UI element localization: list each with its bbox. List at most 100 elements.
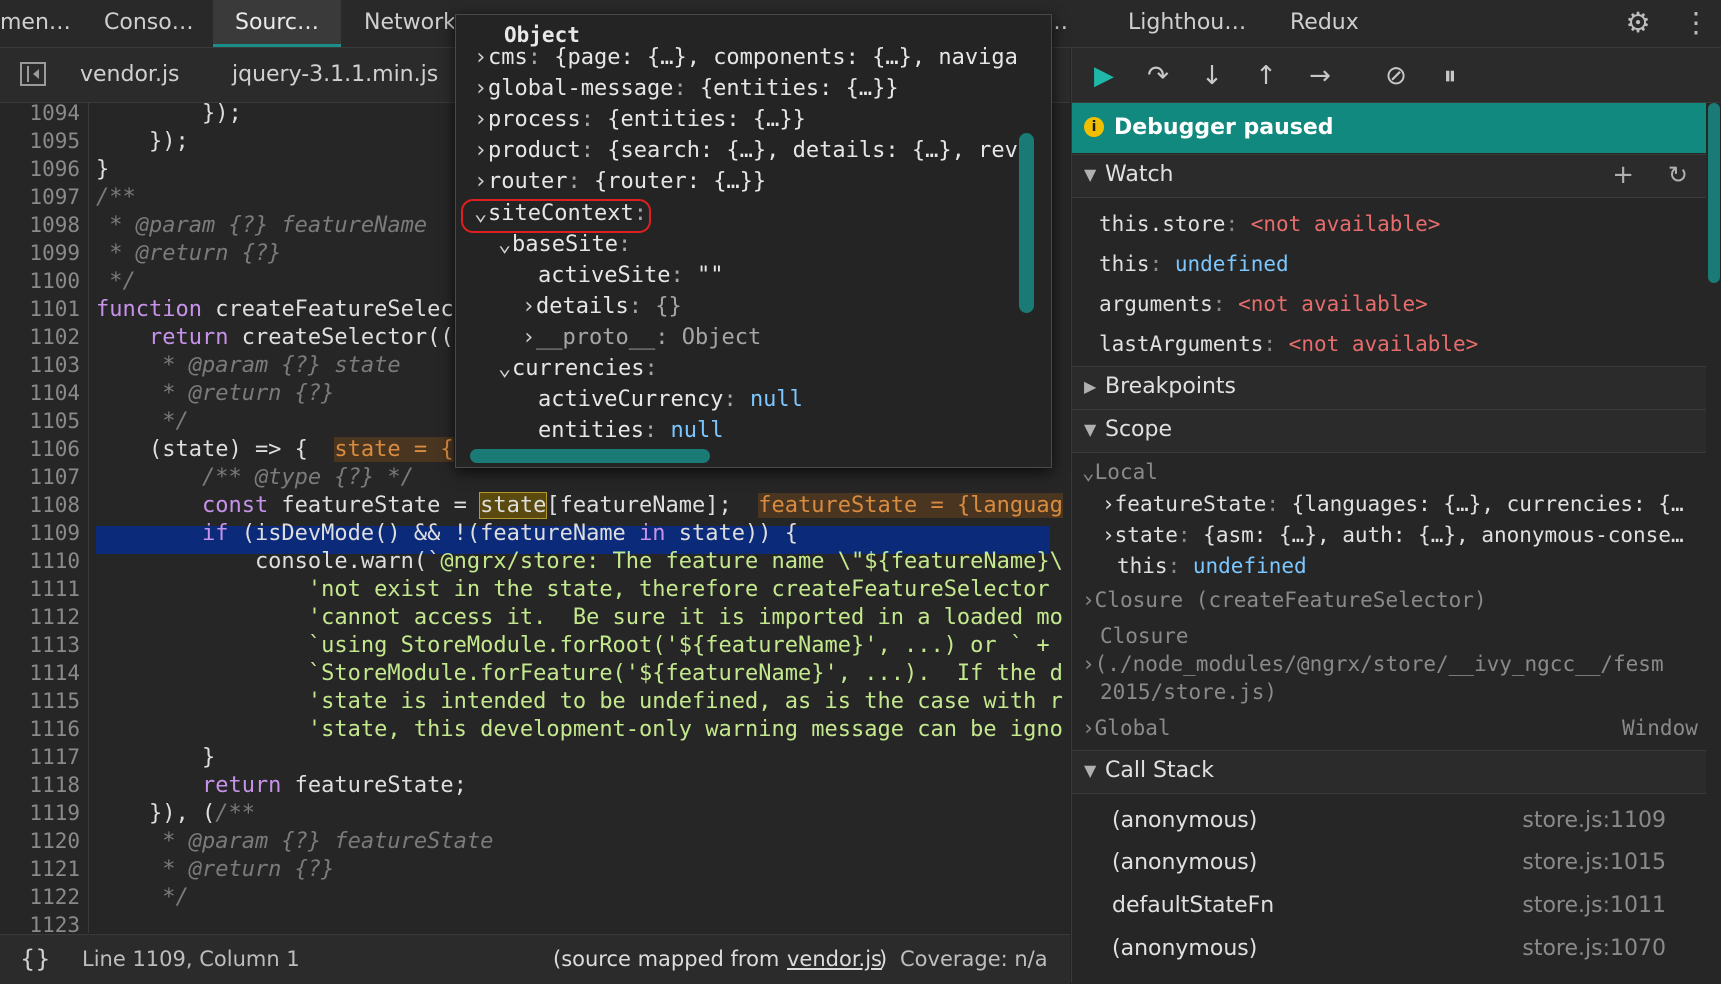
scope-closure[interactable]: ›(./node_modules/@ngrx/store/__ivy_ngcc_… bbox=[1082, 652, 1664, 676]
line-number[interactable]: 1095 bbox=[6, 129, 80, 153]
popover-horizontal-scrollbar[interactable] bbox=[470, 449, 710, 463]
refresh-icon[interactable]: ↻ bbox=[1668, 155, 1688, 195]
line-number[interactable]: 1121 bbox=[6, 857, 80, 881]
object-property[interactable]: ⌄baseSite: bbox=[498, 232, 631, 257]
object-property[interactable]: ›details: {} bbox=[522, 294, 682, 319]
more-vertical-icon[interactable]: ⋮ bbox=[1680, 7, 1712, 39]
scope-local[interactable]: ⌄Local bbox=[1082, 460, 1158, 484]
call-frame[interactable]: defaultStateFn store.js:1011 bbox=[1072, 893, 1706, 927]
line-number[interactable]: 1114 bbox=[6, 661, 80, 685]
line-number[interactable]: 1120 bbox=[6, 829, 80, 853]
scope-variable[interactable]: ›state: {asm: {…}, auth: {…}, anonymous-… bbox=[1102, 523, 1684, 547]
line-number[interactable]: 1101 bbox=[6, 297, 80, 321]
object-preview-popover[interactable]: Object ›cms: {page: {…}, components: {…}… bbox=[455, 14, 1052, 468]
call-frame[interactable]: (anonymous) store.js:1015 bbox=[1072, 850, 1706, 884]
frame-location[interactable]: store.js:1109 bbox=[1522, 808, 1666, 833]
tab-lighthouse[interactable]: Lighthou… bbox=[1128, 0, 1248, 47]
object-property[interactable]: ›process: {entities: {…}} bbox=[474, 107, 806, 132]
object-property[interactable]: ›product: {search: {…}, details: {…}, re… bbox=[474, 138, 1031, 163]
tab-network[interactable]: Network bbox=[364, 0, 454, 47]
frame-location[interactable]: store.js:1015 bbox=[1522, 850, 1666, 875]
object-property[interactable]: ›router: {router: {…}} bbox=[474, 169, 766, 194]
watch-expression[interactable]: this.store: <not available> bbox=[1099, 212, 1440, 236]
sidebar-scrollbar[interactable] bbox=[1708, 103, 1720, 283]
line-number[interactable]: 1122 bbox=[6, 885, 80, 909]
watch-expression[interactable]: arguments: <not available> bbox=[1099, 292, 1428, 316]
line-number[interactable]: 1108 bbox=[6, 493, 80, 517]
watch-key: arguments bbox=[1099, 292, 1213, 316]
frame-location[interactable]: store.js:1070 bbox=[1522, 936, 1666, 961]
tab-elements[interactable]: men… bbox=[0, 0, 70, 47]
line-number[interactable]: 1094 bbox=[6, 103, 80, 125]
line-number[interactable]: 1098 bbox=[6, 213, 80, 237]
add-icon[interactable]: + bbox=[1612, 155, 1634, 195]
line-number[interactable]: 1112 bbox=[6, 605, 80, 629]
object-property[interactable]: ›__proto__: Object bbox=[522, 325, 761, 350]
call-frame[interactable]: (anonymous) store.js:1070 bbox=[1072, 936, 1706, 970]
scope-variable[interactable]: ›featureState: {languages: {…}, currenci… bbox=[1102, 492, 1684, 516]
frame-location[interactable]: store.js:1011 bbox=[1522, 893, 1666, 918]
sidebar-toggle-icon[interactable] bbox=[20, 62, 46, 86]
tab-redux[interactable]: Redux bbox=[1290, 0, 1370, 47]
line-number[interactable]: 1105 bbox=[6, 409, 80, 433]
breakpoints-section-header[interactable]: ▶ Breakpoints bbox=[1072, 366, 1706, 410]
deactivate-breakpoints-icon[interactable]: ⊘ bbox=[1380, 60, 1412, 92]
object-property[interactable]: ⌄currencies: bbox=[498, 356, 658, 381]
scope-closure[interactable]: ›Closure (createFeatureSelector) bbox=[1082, 588, 1487, 612]
property-value: null bbox=[749, 387, 803, 412]
step-out-icon[interactable]: ↑ bbox=[1250, 60, 1282, 92]
line-number[interactable]: 1110 bbox=[6, 549, 80, 573]
watch-expression[interactable]: this: undefined bbox=[1099, 252, 1289, 276]
scope-variable[interactable]: this: undefined bbox=[1117, 554, 1307, 578]
line-number[interactable]: 1113 bbox=[6, 633, 80, 657]
line-number[interactable]: 1099 bbox=[6, 241, 80, 265]
line-number[interactable]: 1118 bbox=[6, 773, 80, 797]
line-number[interactable]: 1111 bbox=[6, 577, 80, 601]
gear-icon[interactable]: ⚙ bbox=[1622, 7, 1654, 39]
line-number[interactable]: 1106 bbox=[6, 437, 80, 461]
object-property-sitecontext[interactable]: ⌄siteContext: bbox=[474, 201, 647, 226]
line-number-gutter[interactable]: 1094 1095 1096 1097 1098 1099 1100 1101 1102 1103… bbox=[0, 103, 89, 933]
line-number[interactable]: 1119 bbox=[6, 801, 80, 825]
debugger-sidebar: ▶ ↷ ↓ ↑ → ⊘ ⏸ i Debugger paused ▼ Watch … bbox=[1071, 48, 1721, 983]
code-line: }), (/** bbox=[96, 801, 255, 826]
pretty-print-icon[interactable]: {} bbox=[20, 935, 51, 983]
step-into-icon[interactable]: ↓ bbox=[1196, 60, 1228, 92]
hovered-token[interactable]: state bbox=[479, 492, 548, 519]
scope-section-header[interactable]: ▼ Scope bbox=[1072, 409, 1706, 453]
line-number[interactable]: 1109 bbox=[6, 521, 80, 545]
pause-on-exceptions-icon[interactable]: ⏸ bbox=[1434, 60, 1466, 92]
line-number[interactable]: 1102 bbox=[6, 325, 80, 349]
line-number[interactable]: 1104 bbox=[6, 381, 80, 405]
line-number[interactable]: 1103 bbox=[6, 353, 80, 377]
step-over-icon[interactable]: ↷ bbox=[1142, 60, 1174, 92]
file-tab-jquery[interactable]: jquery-3.1.1.min.js bbox=[232, 48, 438, 102]
watch-value: undefined bbox=[1174, 252, 1289, 276]
object-property[interactable]: ›cms: {page: {…}, components: {…}, navig… bbox=[474, 45, 1018, 70]
watch-expression[interactable]: lastArguments: <not available> bbox=[1099, 332, 1478, 356]
code-line-current: if (isDevMode() && !(featureName in stat… bbox=[96, 521, 798, 546]
source-map-link[interactable]: vendor.js bbox=[787, 935, 882, 983]
global-value: Window bbox=[1622, 716, 1698, 740]
popover-vertical-scrollbar[interactable] bbox=[1019, 133, 1034, 313]
line-number[interactable]: 1097 bbox=[6, 185, 80, 209]
line-number[interactable]: 1116 bbox=[6, 717, 80, 741]
object-property: activeSite: "" bbox=[538, 263, 724, 288]
line-number[interactable]: 1096 bbox=[6, 157, 80, 181]
call-frame[interactable]: (anonymous) store.js:1109 bbox=[1072, 808, 1706, 842]
line-number[interactable]: 1117 bbox=[6, 745, 80, 769]
tab-sources[interactable]: Sourc… bbox=[213, 0, 341, 47]
watch-section-header[interactable]: ▼ Watch + ↻ bbox=[1072, 154, 1706, 198]
call-stack-section-header[interactable]: ▼ Call Stack bbox=[1072, 750, 1706, 794]
line-number[interactable]: 1123 bbox=[6, 913, 80, 933]
frame-name: (anonymous) bbox=[1112, 808, 1258, 833]
line-number[interactable]: 1100 bbox=[6, 269, 80, 293]
file-tab-vendor[interactable]: vendor.js bbox=[80, 48, 180, 102]
line-number[interactable]: 1115 bbox=[6, 689, 80, 713]
resume-icon[interactable]: ▶ bbox=[1088, 60, 1120, 92]
line-number[interactable]: 1107 bbox=[6, 465, 80, 489]
tab-console[interactable]: Conso… bbox=[104, 0, 204, 47]
step-icon[interactable]: → bbox=[1304, 60, 1336, 92]
object-property[interactable]: ›global-message: {entities: {…}} bbox=[474, 76, 899, 101]
scope-global[interactable]: ›Global bbox=[1082, 716, 1171, 740]
